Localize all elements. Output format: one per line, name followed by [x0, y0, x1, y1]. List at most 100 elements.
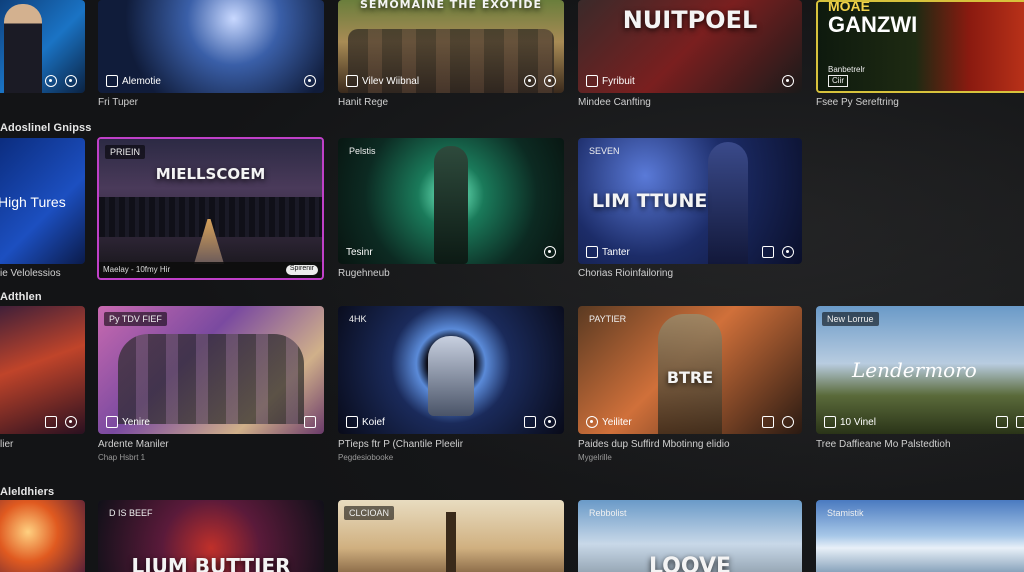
- tile-r1-c0[interactable]: [0, 0, 85, 93]
- tile-caption[interactable]: Chorias Rioinfailoring: [578, 268, 673, 279]
- genre-chip: D IS BEEF: [109, 508, 153, 518]
- tv-icon[interactable]: [45, 416, 57, 428]
- tile-tag[interactable]: Spirenir: [285, 265, 318, 275]
- tile-title-overlay: Tesinr: [346, 247, 373, 258]
- poster-title: SEMOMAINE THE EXOTIDE: [359, 0, 543, 11]
- poster-title: MIELLSCOEM: [155, 165, 266, 183]
- poster-title: LOOVE: [648, 554, 732, 572]
- play-icon[interactable]: [524, 75, 536, 87]
- row-title: Adthlen: [0, 291, 42, 303]
- tile-caption[interactable]: Fri Tuper: [98, 97, 138, 108]
- genre-chip: Py TDV FIEF: [104, 312, 167, 326]
- tile-r2-c1-selected[interactable]: PRIEIN MIELLSCOEM Maelay - 10fmy Hir Spi…: [97, 137, 324, 280]
- tower-silhouette: [446, 512, 456, 572]
- play-icon[interactable]: [782, 75, 794, 87]
- tile-r4-c1[interactable]: D IS BEEF LIUM BUTTIER: [98, 500, 324, 572]
- play-icon[interactable]: [45, 75, 57, 87]
- tile-r1-c2[interactable]: SEMOMAINE THE EXOTIDE Vilev Wiibnal: [338, 0, 564, 93]
- tile-actions: [304, 416, 316, 428]
- cast-icon[interactable]: [762, 416, 774, 428]
- genre-chip: Stamistik: [827, 508, 864, 518]
- tile-caption[interactable]: Paides dup Suffird Mbotinng elidio: [578, 439, 730, 450]
- tile-title-overlay: 10 Vinel: [824, 416, 876, 428]
- play-icon[interactable]: [544, 246, 556, 258]
- settings-icon[interactable]: [65, 416, 77, 428]
- tile-caption[interactable]: Fsee Py Sereftring: [816, 97, 899, 108]
- poster-title: LIM TTUNE: [592, 190, 708, 212]
- share-icon[interactable]: [996, 416, 1008, 428]
- tile-r1-c3[interactable]: NUITPOEL Fyribuit: [578, 0, 802, 93]
- tile-title-overlay: Vilev Wiibnal: [346, 75, 419, 87]
- tile-title-overlay: Alemotie: [106, 75, 161, 87]
- tile-subtitle: Maelay - 10fmy Hir: [103, 265, 171, 274]
- tile-caption[interactable]: Hanit Rege: [338, 97, 388, 108]
- tile-caption[interactable]: Mindee Canfting: [578, 97, 651, 108]
- tile-actions: [524, 75, 556, 87]
- tile-caption[interactable]: Ardente Maniler: [98, 439, 169, 450]
- tile-title-overlay: Yenire: [106, 416, 150, 428]
- share-icon[interactable]: [524, 416, 536, 428]
- tile-title: Koief: [362, 416, 385, 428]
- tile-r4-c4[interactable]: Stamistik: [816, 500, 1024, 572]
- tile-caption[interactable]: lier: [0, 439, 13, 450]
- tile-actions: [524, 416, 556, 428]
- tile-title-overlay: Fyribuit: [586, 75, 635, 87]
- record-icon[interactable]: [544, 75, 556, 87]
- tile-title: Fyribuit: [602, 75, 635, 87]
- tile-actions: [45, 416, 77, 428]
- record-icon[interactable]: [544, 416, 556, 428]
- cast-icon[interactable]: [1016, 416, 1024, 428]
- tile-r3-c3[interactable]: PAYTIER BTRE Yeiliter: [578, 306, 802, 434]
- record-icon[interactable]: [65, 75, 77, 87]
- tile-title: Yenire: [122, 416, 150, 428]
- tile-r2-c2[interactable]: Pelstis Tesinr: [338, 138, 564, 264]
- tile-meta: Banbetrelr Ciir: [828, 65, 865, 87]
- tile-r2-c0[interactable]: High Tures: [0, 138, 85, 264]
- row-title: Aleldhiers: [0, 486, 55, 498]
- row-title: Adoslinel Gnipss: [0, 122, 92, 134]
- tile-caption[interactable]: PTieps ftr P (Chantile Pleelir: [338, 439, 463, 450]
- tv-icon: [346, 75, 358, 87]
- poster-title: LIUM BUTTIER: [131, 554, 291, 572]
- poster-title: Lendermoro: [852, 358, 977, 382]
- group-figures: [118, 334, 304, 424]
- figure-silhouette: [428, 336, 474, 416]
- tile-actions: [782, 75, 794, 87]
- tv-icon: [586, 75, 598, 87]
- tile-r4-c3[interactable]: Rebbolist LOOVE: [578, 500, 802, 572]
- tile-caption[interactable]: Rugehneub: [338, 268, 390, 279]
- genre-chip: SEVEN: [589, 146, 620, 156]
- tile-actions: [544, 246, 556, 258]
- tile-actions: [45, 75, 77, 87]
- tile-title: 10 Vinel: [840, 416, 876, 428]
- record-icon[interactable]: [304, 75, 316, 87]
- refresh-icon[interactable]: [782, 416, 794, 428]
- tile-r1-c1[interactable]: Alemotie: [98, 0, 324, 93]
- tile-r3-c4[interactable]: New Lorrue Lendermoro 10 Vinel: [816, 306, 1024, 434]
- poster-title: GANZWI: [828, 12, 918, 37]
- figure-silhouette: [434, 146, 468, 264]
- tile-actions: [762, 416, 794, 428]
- tile-caption[interactable]: ie Velolessios: [0, 268, 61, 279]
- tile-r2-c3[interactable]: SEVEN LIM TTUNE Tanter: [578, 138, 802, 264]
- share-icon[interactable]: [762, 246, 774, 258]
- tile-title: Yeiliter: [602, 416, 632, 428]
- genre-chip: Pelstis: [349, 146, 376, 156]
- tile-subcaption: Chap Hsbrt 1: [98, 453, 146, 462]
- share-icon[interactable]: [304, 416, 316, 428]
- tile-r1-c4[interactable]: MOAE GANZWI Banbetrelr Ciir: [816, 0, 1024, 93]
- tile-r3-c0[interactable]: [0, 306, 85, 434]
- genre-chip: PRIEIN: [105, 145, 146, 159]
- tile-caption[interactable]: Tree Daffieane Mo Palstedtioh: [816, 439, 951, 450]
- tile-r4-c2[interactable]: CLCIOAN: [338, 500, 564, 572]
- tv-icon: [106, 416, 118, 428]
- tile-title-overlay: Koief: [346, 416, 385, 428]
- poster-art: [0, 306, 85, 434]
- tile-r3-c2[interactable]: 4HK Koief: [338, 306, 564, 434]
- tile-r3-c1[interactable]: Py TDV FIEF Yenire: [98, 306, 324, 434]
- genre-chip: New Lorrue: [822, 312, 879, 326]
- tile-r4-c0[interactable]: [0, 500, 85, 572]
- record-icon[interactable]: [782, 246, 794, 258]
- tile-title: Banbetrelr: [828, 65, 865, 74]
- genre-chip: Rebbolist: [589, 508, 627, 518]
